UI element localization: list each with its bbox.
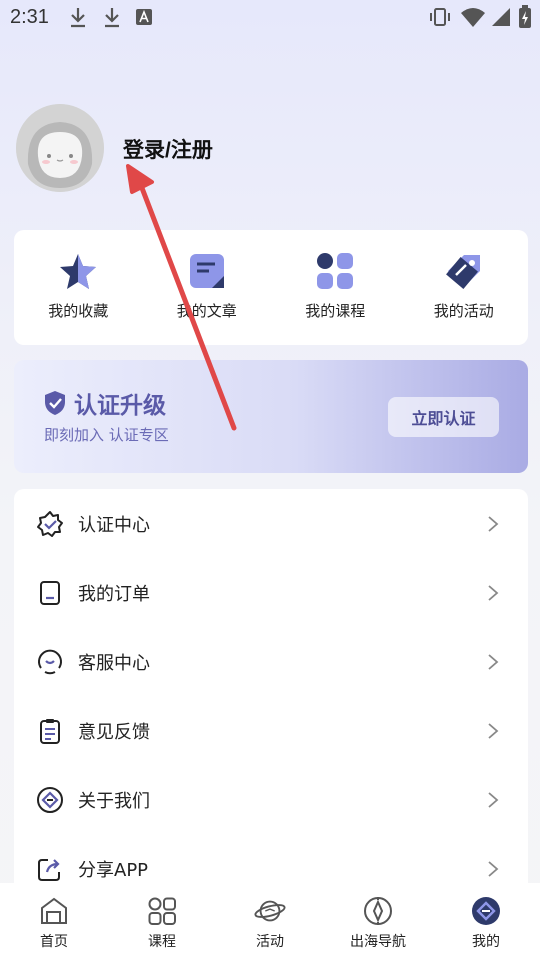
keyboard-a-icon: [136, 9, 152, 25]
shield-check-icon: [45, 391, 65, 415]
menu-label: 分享APP: [78, 859, 149, 881]
cert-title: 认证升级: [74, 393, 166, 419]
avatar[interactable]: [16, 104, 104, 192]
menu-label: 我的订单: [78, 583, 150, 605]
menu-item-cert-center[interactable]: 认证中心: [14, 489, 528, 558]
menu-item-customer-service[interactable]: 客服中心: [14, 627, 528, 696]
feedback-icon: [36, 717, 64, 745]
signal-icon: [492, 8, 510, 26]
nav-label: 出海导航: [350, 934, 406, 950]
quick-action-articles[interactable]: 我的文章: [143, 230, 272, 345]
star-icon: [57, 250, 99, 292]
nav-overseas-navigation[interactable]: 出海导航: [324, 883, 432, 960]
profile-icon: [470, 895, 502, 927]
grid-icon: [146, 895, 178, 927]
order-icon: [36, 579, 64, 607]
chevron-right-icon: [488, 653, 499, 670]
nav-mine[interactable]: 我的: [432, 883, 540, 960]
compass-icon: [362, 895, 394, 927]
chevron-right-icon: [488, 722, 499, 739]
menu-label: 客服中心: [78, 652, 150, 674]
certify-now-button[interactable]: 立即认证: [388, 397, 499, 437]
quick-action-label: 我的文章: [176, 302, 237, 320]
badge-check-icon: [36, 510, 64, 538]
cert-subtitle: 即刻加入 认证专区: [44, 426, 169, 444]
customer-service-icon: [36, 648, 64, 676]
nav-activities[interactable]: 活动: [216, 883, 324, 960]
quick-action-label: 我的收藏: [48, 302, 109, 320]
download-icon: [71, 8, 85, 28]
nav-courses[interactable]: 课程: [108, 883, 216, 960]
chevron-right-icon: [488, 515, 499, 532]
menu-item-feedback[interactable]: 意见反馈: [14, 696, 528, 765]
status-time: 2:31: [10, 6, 49, 28]
menu-list: 认证中心 我的订单 客服中心 意见反馈 关于我们 分享APP: [14, 489, 528, 909]
quick-action-label: 我的活动: [433, 302, 494, 320]
battery-icon: [519, 5, 531, 28]
menu-label: 意见反馈: [78, 721, 150, 743]
menu-label: 关于我们: [78, 790, 150, 812]
article-icon: [186, 250, 228, 292]
share-icon: [36, 855, 64, 883]
vibrate-icon: [430, 8, 450, 26]
menu-label: 认证中心: [78, 514, 150, 536]
planet-icon: [254, 895, 286, 927]
nav-label: 课程: [148, 934, 176, 950]
login-register-link[interactable]: 登录/注册: [123, 134, 213, 164]
chevron-right-icon: [488, 791, 499, 808]
cert-title-row: 认证升级: [44, 386, 166, 420]
home-icon: [38, 895, 70, 927]
quick-action-courses[interactable]: 我的课程: [271, 230, 400, 345]
nav-label: 首页: [40, 934, 68, 950]
quick-action-favorites[interactable]: 我的收藏: [14, 230, 143, 345]
tag-icon: [443, 250, 485, 292]
bottom-nav: 首页 课程 活动 出海导航 我的: [0, 883, 540, 960]
chevron-right-icon: [488, 584, 499, 601]
quick-action-label: 我的课程: [305, 302, 366, 320]
wifi-icon: [461, 8, 485, 27]
certification-banner[interactable]: 认证升级 即刻加入 认证专区 立即认证: [14, 360, 528, 473]
nav-home[interactable]: 首页: [0, 883, 108, 960]
menu-item-about-us[interactable]: 关于我们: [14, 765, 528, 834]
download-icon: [105, 8, 119, 28]
course-grid-icon: [314, 250, 356, 292]
menu-item-orders[interactable]: 我的订单: [14, 558, 528, 627]
nav-label: 我的: [472, 934, 500, 950]
quick-actions-card: 我的收藏 我的文章 我的课程 我的活动: [14, 230, 528, 345]
status-bar: 2:31: [0, 0, 540, 36]
quick-action-activities[interactable]: 我的活动: [400, 230, 529, 345]
nav-label: 活动: [256, 934, 284, 950]
about-icon: [36, 786, 64, 814]
chevron-right-icon: [488, 860, 499, 877]
